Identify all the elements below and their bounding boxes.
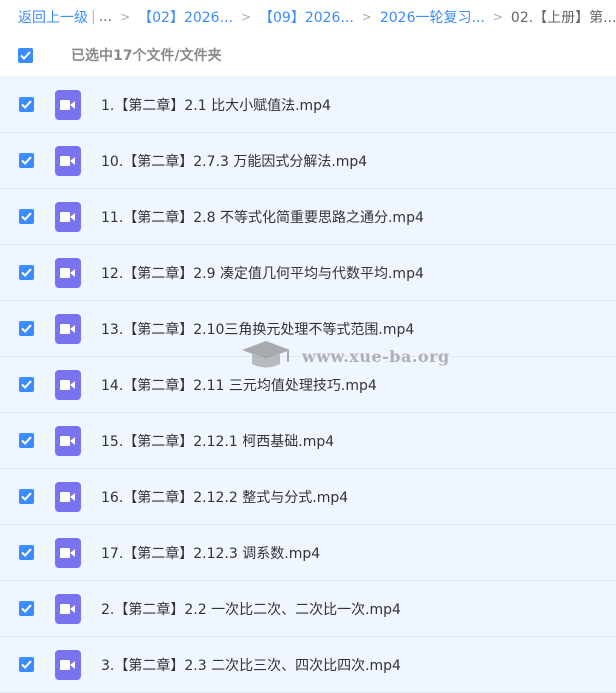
checkbox-checked-icon[interactable] bbox=[19, 321, 34, 336]
video-file-icon bbox=[55, 257, 81, 288]
video-file-icon bbox=[55, 593, 81, 624]
file-name[interactable]: 11.【第二章】2.8 不等式化简重要思路之通分.mp4 bbox=[101, 207, 424, 227]
breadcrumb-item-2[interactable]: 【09】2026... bbox=[259, 7, 354, 27]
video-file-icon bbox=[55, 425, 81, 456]
list-item[interactable]: 1.【第二章】2.1 比大小赋值法.mp4 bbox=[0, 77, 616, 133]
file-name[interactable]: 14.【第二章】2.11 三元均值处理技巧.mp4 bbox=[101, 375, 377, 395]
list-item[interactable]: 17.【第二章】2.12.3 调系数.mp4 bbox=[0, 525, 616, 581]
video-file-icon bbox=[55, 369, 81, 400]
selection-count-text: 已选中17个文件/文件夹 bbox=[71, 48, 222, 64]
list-item[interactable]: 11.【第二章】2.8 不等式化简重要思路之通分.mp4 bbox=[0, 189, 616, 245]
breadcrumb-current: 02.【上册】第... bbox=[510, 10, 616, 26]
checkbox-checked-icon[interactable] bbox=[19, 433, 34, 448]
list-item[interactable]: 16.【第二章】2.12.2 整式与分式.mp4 bbox=[0, 469, 616, 525]
list-item[interactable]: 12.【第二章】2.9 凑定值几何平均与代数平均.mp4 bbox=[0, 245, 616, 301]
file-name[interactable]: 10.【第二章】2.7.3 万能因式分解法.mp4 bbox=[101, 151, 367, 171]
list-item[interactable]: 10.【第二章】2.7.3 万能因式分解法.mp4 bbox=[0, 133, 616, 189]
checkbox-checked-icon[interactable] bbox=[19, 377, 34, 392]
list-item[interactable]: 13.【第二章】2.10三角换元处理不等式范围.mp4 bbox=[0, 301, 616, 357]
breadcrumb-back-link[interactable]: 返回上一级 bbox=[18, 7, 88, 27]
breadcrumb: 返回上一级 | ... > 【02】2026... > 【09】2026... … bbox=[0, 0, 616, 34]
checkbox-checked-icon[interactable] bbox=[19, 153, 34, 168]
file-name[interactable]: 3.【第二章】2.3 二次比三次、四次比四次.mp4 bbox=[101, 655, 401, 675]
checkbox-checked-icon[interactable] bbox=[19, 657, 34, 672]
video-file-icon bbox=[55, 537, 81, 568]
file-name[interactable]: 1.【第二章】2.1 比大小赋值法.mp4 bbox=[101, 95, 331, 115]
chevron-right-icon: > bbox=[361, 10, 372, 24]
list-item[interactable]: 2.【第二章】2.2 一次比二次、二次比一次.mp4 bbox=[0, 581, 616, 637]
file-name[interactable]: 13.【第二章】2.10三角换元处理不等式范围.mp4 bbox=[101, 319, 414, 339]
file-list: 1.【第二章】2.1 比大小赋值法.mp4 10.【第二章】2.7.3 万能因式… bbox=[0, 77, 616, 693]
file-name[interactable]: 16.【第二章】2.12.2 整式与分式.mp4 bbox=[101, 487, 348, 507]
chevron-right-icon: > bbox=[240, 10, 251, 24]
file-name[interactable]: 15.【第二章】2.12.1 柯西基础.mp4 bbox=[101, 431, 334, 451]
list-item[interactable]: 14.【第二章】2.11 三元均值处理技巧.mp4 bbox=[0, 357, 616, 413]
checkbox-checked-icon[interactable] bbox=[19, 209, 34, 224]
checkbox-checked-icon[interactable] bbox=[19, 489, 34, 504]
video-file-icon bbox=[55, 89, 81, 120]
breadcrumb-item-3[interactable]: 2026一轮复习... bbox=[380, 7, 485, 27]
chevron-right-icon: > bbox=[492, 10, 503, 24]
checkmark-icon bbox=[20, 50, 31, 60]
video-file-icon bbox=[55, 313, 81, 344]
list-item[interactable]: 3.【第二章】2.3 二次比三次、四次比四次.mp4 bbox=[0, 637, 616, 693]
file-name[interactable]: 2.【第二章】2.2 一次比二次、二次比一次.mp4 bbox=[101, 599, 401, 619]
checkbox-checked-icon[interactable] bbox=[19, 601, 34, 616]
file-name[interactable]: 12.【第二章】2.9 凑定值几何平均与代数平均.mp4 bbox=[101, 263, 424, 283]
breadcrumb-item-1[interactable]: 【02】2026... bbox=[138, 7, 233, 27]
chevron-right-icon: > bbox=[120, 10, 131, 24]
breadcrumb-divider: | bbox=[91, 9, 96, 25]
video-file-icon bbox=[55, 481, 81, 512]
selection-bar: 已选中17个文件/文件夹 bbox=[0, 34, 616, 77]
list-item[interactable]: 15.【第二章】2.12.1 柯西基础.mp4 bbox=[0, 413, 616, 469]
checkbox-checked-icon[interactable] bbox=[19, 97, 34, 112]
video-file-icon bbox=[55, 649, 81, 680]
breadcrumb-ellipsis[interactable]: ... bbox=[99, 9, 112, 25]
checkbox-checked-icon[interactable] bbox=[19, 545, 34, 560]
checkbox-checked-icon[interactable] bbox=[19, 265, 34, 280]
video-file-icon bbox=[55, 201, 81, 232]
video-file-icon bbox=[55, 145, 81, 176]
file-name[interactable]: 17.【第二章】2.12.3 调系数.mp4 bbox=[101, 543, 320, 563]
select-all-checkbox[interactable] bbox=[18, 47, 33, 63]
